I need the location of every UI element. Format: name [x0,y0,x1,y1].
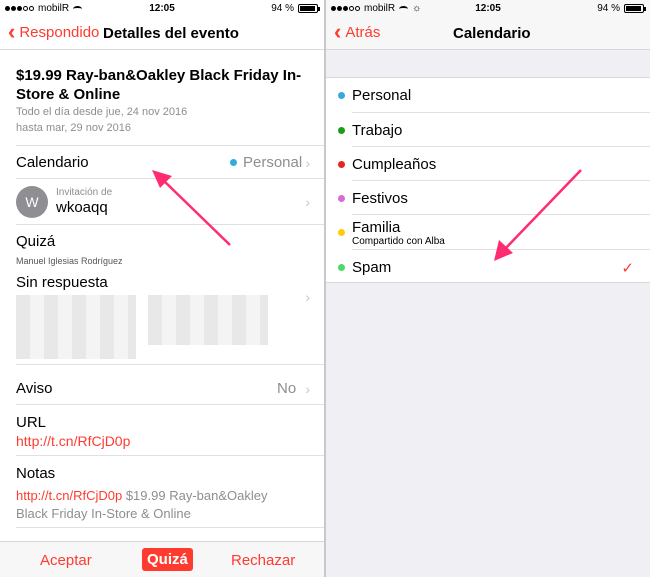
calendar-name: Cumpleaños [352,156,437,173]
calendar-color-dot [230,159,237,166]
calendar-name: Personal [352,87,412,104]
calendar-color-dot [338,229,345,236]
url-label: URL [16,414,47,431]
notes-text-line2: Black Friday In-Store & Online [16,506,191,521]
calendar-row[interactable]: Calendario Personal › [16,146,324,179]
invitation-row[interactable]: W Invitación de wkoaqq › [16,179,324,225]
status-bar: mobilR ☼ 12:05 94 % [326,0,650,16]
calendar-name: Familia [352,219,401,236]
notes-label: Notas [16,465,56,482]
notes-text-line1: $19.99 Ray-ban&Oakley [122,488,268,503]
calendar-color-dot [338,195,345,202]
checkmark-icon: ✓ [621,260,634,277]
maybe-button[interactable]: Quizá [142,548,193,571]
battery-percent: 94 % [271,3,294,14]
decline-button[interactable]: Rechazar [231,552,295,569]
invitation-sender: wkoaqq [56,199,108,216]
calendar-name: Trabajo [352,122,403,139]
accept-button[interactable]: Aceptar [40,552,92,569]
chevron-right-icon: › [305,289,310,305]
event-date-end: hasta mar, 29 nov 2016 [16,122,131,134]
page-title: Calendario [453,25,531,42]
calendar-item-cumpleanos[interactable]: Cumpleaños [326,147,650,181]
page-title: Detalles del evento [103,25,239,42]
alert-row[interactable]: Aviso No › [16,371,324,405]
chevron-left-icon: ‹ [334,19,342,44]
calendar-color-dot [338,264,345,271]
alert-value: No [277,380,297,397]
url-link[interactable]: http://t.cn/RfCjD0p [16,433,130,449]
back-button[interactable]: ‹ Respondido [8,19,100,44]
chevron-right-icon: › [305,381,310,397]
calendar-color-dot [338,127,345,134]
event-date-start: Todo el día desde jue, 24 nov 2016 [16,106,188,118]
calendar-item-personal[interactable]: Personal [326,78,650,113]
battery-info: 94 % [271,3,320,14]
calendar-shared-note: Compartido con Alba [352,236,445,247]
avatar: W [16,186,48,218]
response-toolbar: Aceptar Quizá Rechazar [0,541,324,577]
calendar-color-dot [338,92,345,99]
chevron-left-icon: ‹ [8,19,16,44]
battery-icon [298,4,320,13]
url-row: URL http://t.cn/RfCjD0p [16,405,324,456]
event-details-screen: mobilR 12:05 94 % ‹ Respondido Detalles … [0,0,324,577]
notes-text: http://t.cn/RfCjD0p $19.99 Ray-ban&Oakle… [16,488,267,503]
blurred-attendees [148,295,268,345]
event-title: $19.99 Ray-ban&Oakley Black Friday In-St… [16,67,302,103]
back-label: Atrás [345,23,381,41]
chevron-right-icon: › [305,155,310,171]
calendar-name: Spam [352,259,392,276]
calendar-label: Calendario [16,154,89,171]
chevron-right-icon: › [305,194,310,210]
calendar-name: Festivos [352,190,408,207]
notes-row: Notas http://t.cn/RfCjD0p $19.99 Ray-ban… [16,456,324,528]
battery-icon [624,4,646,13]
maybe-attendee: Manuel Iglesias Rodríguez [16,256,123,266]
maybe-label: Quizá [16,233,56,250]
calendar-item-festivos[interactable]: Festivos [326,181,650,215]
status-bar: mobilR 12:05 94 % [0,0,324,16]
invitation-caption: Invitación de [56,187,113,198]
back-button[interactable]: ‹ Atrás [334,19,381,44]
calendar-item-spam[interactable]: Spam ✓ [326,250,650,284]
event-header: $19.99 Ray-ban&Oakley Black Friday In-St… [16,50,324,146]
back-label: Respondido [19,23,100,41]
navigation-bar: ‹ Atrás Calendario [326,16,650,50]
calendar-item-familia[interactable]: Familia Compartido con Alba [326,215,650,250]
notes-link[interactable]: http://t.cn/RfCjD0p [16,488,122,503]
blurred-attendees [16,295,136,359]
navigation-bar: ‹ Respondido Detalles del evento [0,16,324,50]
calendar-value: Personal [243,154,303,171]
calendar-item-trabajo[interactable]: Trabajo [326,113,650,147]
attendees-section[interactable]: Quizá Manuel Iglesias Rodríguez Sin resp… [16,225,324,365]
calendar-list: Personal Trabajo Cumpleaños Festivos Fam… [326,77,650,283]
battery-info: 94 % [597,3,646,14]
calendar-color-dot [338,161,345,168]
calendar-picker-screen: mobilR ☼ 12:05 94 % ‹ Atrás Calendario P… [326,0,650,577]
alert-label: Aviso [16,380,53,397]
no-response-label: Sin respuesta [16,274,108,291]
battery-percent: 94 % [597,3,620,14]
